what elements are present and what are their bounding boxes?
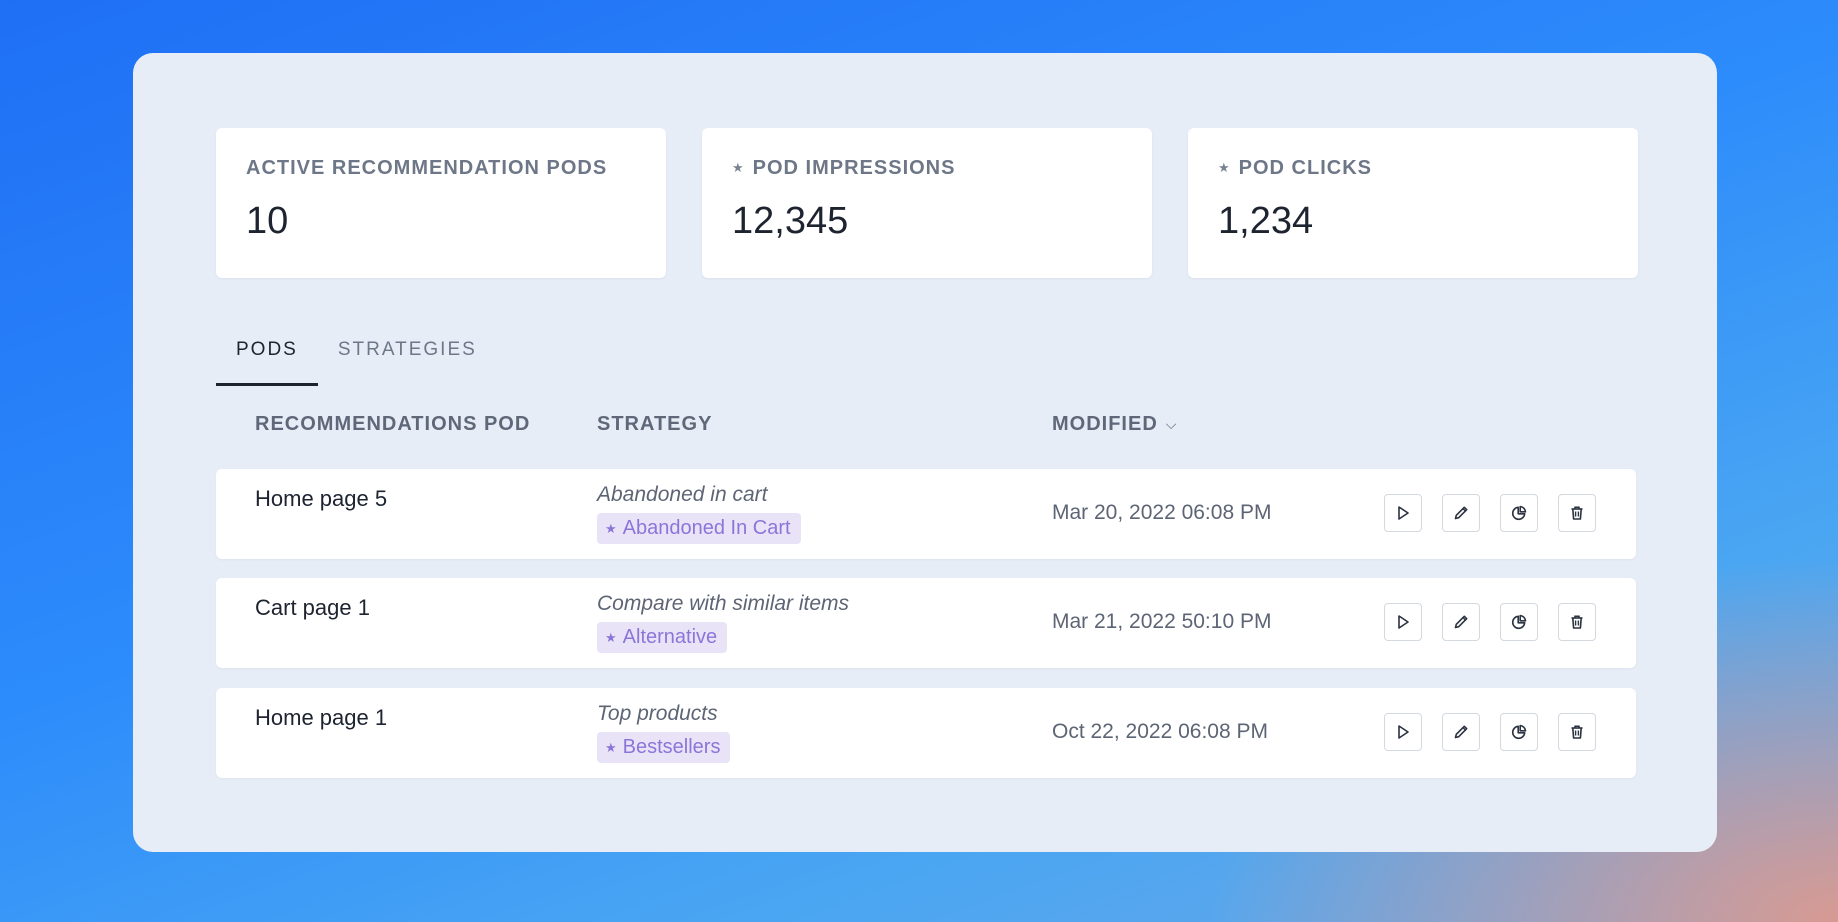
- play-icon: [1398, 725, 1409, 739]
- table-header: RECOMMENDATIONS POD STRATEGY MODIFIED ⌵: [216, 413, 1636, 463]
- stat-card-clicks: ★ POD CLICKS 1,234: [1188, 128, 1638, 278]
- edit-icon: [1454, 615, 1468, 629]
- delete-button[interactable]: [1558, 603, 1596, 641]
- star-icon: ★: [732, 160, 745, 175]
- play-icon: [1398, 506, 1409, 520]
- stats-button[interactable]: [1500, 494, 1538, 532]
- edit-button[interactable]: [1442, 494, 1480, 532]
- edit-icon: [1454, 725, 1468, 739]
- stat-label-text: ACTIVE RECOMMENDATION PODS: [246, 156, 608, 179]
- star-icon: ★: [1218, 160, 1231, 175]
- modified-date: Oct 22, 2022 06:08 PM: [1052, 720, 1268, 743]
- column-header-modified[interactable]: MODIFIED ⌵: [1052, 413, 1177, 436]
- dashboard-panel: ACTIVE RECOMMENDATION PODS 10 ★ POD IMPR…: [133, 53, 1717, 852]
- stat-label: ACTIVE RECOMMENDATION PODS: [246, 156, 636, 180]
- tab-pods[interactable]: PODS: [216, 323, 318, 386]
- strategy-badge: ★ Abandoned In Cart: [597, 513, 801, 544]
- strategy-cell: Compare with similar items ★ Alternative: [597, 592, 849, 653]
- delete-button[interactable]: [1558, 713, 1596, 751]
- table-row[interactable]: Home page 5 Abandoned in cart ★ Abandone…: [216, 469, 1636, 559]
- chevron-down-icon: ⌵: [1165, 416, 1178, 432]
- edit-icon: [1454, 506, 1468, 520]
- trash-icon: [1571, 725, 1583, 739]
- stats-button[interactable]: [1500, 603, 1538, 641]
- star-icon: ★: [605, 739, 617, 755]
- pod-name[interactable]: Home page 5: [255, 486, 387, 512]
- strategy-badge-label: Abandoned In Cart: [622, 517, 791, 539]
- strategy-cell: Abandoned in cart ★ Abandoned In Cart: [597, 483, 801, 544]
- row-actions: [1384, 603, 1596, 641]
- star-icon: ★: [605, 629, 617, 645]
- table-row[interactable]: Home page 1 Top products ★ Bestsellers O…: [216, 688, 1636, 778]
- stat-value: 1,234: [1218, 200, 1314, 242]
- stat-value: 12,345: [732, 200, 849, 242]
- pod-name[interactable]: Cart page 1: [255, 595, 370, 621]
- stat-label-text: POD CLICKS: [1238, 156, 1372, 179]
- trash-icon: [1571, 615, 1583, 629]
- column-header-label: RECOMMENDATIONS POD: [255, 413, 531, 435]
- play-icon: [1398, 615, 1409, 629]
- column-header-label: MODIFIED: [1052, 413, 1158, 435]
- pie-chart-icon: [1511, 614, 1527, 630]
- play-button[interactable]: [1384, 603, 1422, 641]
- pie-chart-icon: [1511, 505, 1527, 521]
- strategy-badge: ★ Alternative: [597, 622, 728, 653]
- stat-label: ★ POD CLICKS: [1218, 156, 1608, 180]
- edit-button[interactable]: [1442, 603, 1480, 641]
- column-header-label: STRATEGY: [597, 413, 713, 435]
- stat-value: 10: [246, 200, 289, 242]
- pod-name[interactable]: Home page 1: [255, 705, 387, 731]
- tab-bar: PODS STRATEGIES: [216, 323, 497, 386]
- edit-button[interactable]: [1442, 713, 1480, 751]
- stat-label: ★ POD IMPRESSIONS: [732, 156, 1122, 180]
- stats-row: ACTIVE RECOMMENDATION PODS 10 ★ POD IMPR…: [216, 128, 1638, 278]
- column-header-pod[interactable]: RECOMMENDATIONS POD: [255, 413, 530, 436]
- pie-chart-icon: [1511, 724, 1527, 740]
- strategy-description: Compare with similar items: [597, 592, 850, 615]
- play-button[interactable]: [1384, 494, 1422, 532]
- stat-card-impressions: ★ POD IMPRESSIONS 12,345: [702, 128, 1152, 278]
- row-actions: [1384, 713, 1596, 751]
- strategy-cell: Top products ★ Bestsellers: [597, 702, 731, 763]
- strategy-description: Abandoned in cart: [597, 483, 768, 506]
- star-icon: ★: [605, 520, 617, 536]
- play-button[interactable]: [1384, 713, 1422, 751]
- modified-date: Mar 20, 2022 06:08 PM: [1052, 501, 1272, 524]
- trash-icon: [1571, 506, 1583, 520]
- tab-strategies[interactable]: STRATEGIES: [318, 323, 497, 386]
- row-actions: [1384, 494, 1596, 532]
- column-header-strategy[interactable]: STRATEGY: [597, 413, 712, 436]
- strategy-badge-label: Alternative: [622, 626, 718, 648]
- table-row[interactable]: Cart page 1 Compare with similar items ★…: [216, 578, 1636, 668]
- delete-button[interactable]: [1558, 494, 1596, 532]
- modified-date: Mar 21, 2022 50:10 PM: [1052, 610, 1272, 633]
- stat-card-active-pods: ACTIVE RECOMMENDATION PODS 10: [216, 128, 666, 278]
- stat-label-text: POD IMPRESSIONS: [752, 156, 956, 179]
- stats-button[interactable]: [1500, 713, 1538, 751]
- strategy-badge-label: Bestsellers: [622, 736, 721, 758]
- strategy-description: Top products: [597, 702, 718, 725]
- strategy-badge: ★ Bestsellers: [597, 732, 731, 763]
